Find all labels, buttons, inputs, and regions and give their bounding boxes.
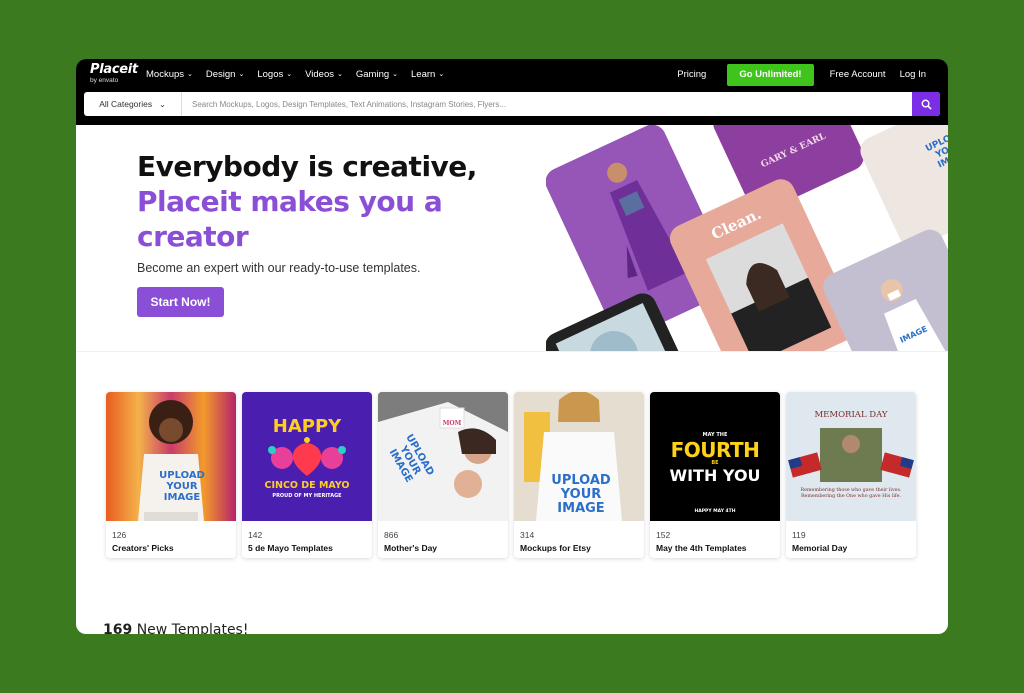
- heart-flowers-icon: [268, 437, 346, 476]
- memorial-quote: Remembering those who gave their lives. …: [800, 488, 902, 499]
- category-card-cinco-de-mayo[interactable]: HAPPY CINCO DE MAYO PROUD OF MY HERITAGE…: [242, 392, 372, 558]
- logo-byline: by envato: [90, 77, 119, 84]
- menu-label: Logos: [257, 69, 284, 80]
- card-count: 152: [656, 530, 671, 540]
- menu-label: Mockups: [146, 69, 185, 80]
- chevron-down-icon: ⌄: [392, 70, 399, 78]
- upload-image-text: UPLOAD YOUR IMAGE: [551, 473, 611, 516]
- section-divider: [76, 351, 948, 352]
- category-cards: UPLOAD YOUR IMAGE 126 Creators' Picks HA…: [106, 392, 916, 558]
- pricing-link[interactable]: Pricing: [677, 69, 706, 80]
- menu-label: Videos: [305, 69, 334, 80]
- chevron-down-icon: ⌄: [438, 70, 445, 78]
- menu-item-videos[interactable]: Videos ⌄: [305, 69, 343, 80]
- chevron-down-icon: ⌄: [187, 70, 193, 78]
- category-card-etsy[interactable]: UPLOAD YOUR IMAGE 314 Mockups for Etsy: [514, 392, 644, 558]
- search-bar: All Categories ⌄: [76, 90, 948, 125]
- card-thumbnail: MOM UPLOAD YOUR IMAGE: [378, 392, 508, 521]
- card-name: Mother's Day: [384, 543, 438, 553]
- go-unlimited-button[interactable]: Go Unlimited!: [727, 63, 814, 86]
- menu-item-gaming[interactable]: Gaming ⌄: [356, 69, 398, 80]
- new-templates-count: 169: [103, 622, 133, 634]
- card-name: Creators' Picks: [112, 543, 174, 553]
- proud-heritage-text: PROUD OF MY HERITAGE: [272, 493, 342, 499]
- fourth-text: FOURTH: [670, 438, 760, 462]
- login-link[interactable]: Log In: [900, 69, 926, 80]
- cinco-de-mayo-text: CINCO DE MAYO: [264, 480, 350, 491]
- gary-earl-text: GARY & EARL: [759, 131, 828, 171]
- chevron-down-icon: ⌄: [337, 70, 343, 78]
- placeit-logo[interactable]: Placeit by envato: [90, 62, 138, 85]
- woman-portrait-image: [705, 223, 832, 352]
- new-templates-label: New Templates!: [136, 622, 249, 634]
- menu-item-logos[interactable]: Logos ⌄: [257, 69, 292, 80]
- card-thumbnail: UPLOAD YOUR IMAGE: [106, 392, 236, 521]
- start-now-button[interactable]: Start Now!: [137, 287, 224, 317]
- hero-line-2: Placeit makes you a: [137, 185, 443, 218]
- hero-collage: GARY & EARL Clean. UPLOAD YOUR IMAGE IMA…: [546, 125, 948, 352]
- category-label: All Categories: [99, 99, 153, 109]
- soldier-flags-image: [788, 428, 914, 482]
- new-templates-heading: 169 New Templates!: [103, 622, 248, 634]
- menu-label: Design: [205, 69, 236, 80]
- category-dropdown[interactable]: All Categories ⌄: [84, 92, 182, 116]
- card-count: 119: [792, 530, 806, 540]
- card-name: 5 de Mayo Templates: [248, 543, 333, 553]
- search-box: All Categories ⌄: [84, 92, 940, 116]
- card-thumbnail: UPLOAD YOUR IMAGE: [514, 392, 644, 521]
- card-count: 314: [520, 530, 535, 540]
- nav-right: Pricing Go Unlimited! Free Account Log I…: [677, 59, 926, 90]
- chevron-down-icon: ⌄: [286, 70, 293, 78]
- mom-text: MOM: [442, 420, 462, 427]
- with-you-text: WITH YOU: [669, 466, 761, 485]
- card-count: 142: [248, 530, 263, 540]
- main-menu: Mockups ⌄ Design ⌄ Logos ⌄ Videos ⌄ Gaming ⌄ …: [146, 59, 457, 90]
- card-name: May the 4th Templates: [656, 543, 747, 553]
- hero-line-3: creator: [137, 220, 249, 253]
- card-name: Mockups for Etsy: [520, 543, 591, 553]
- logo-text: Placeit: [90, 62, 138, 77]
- category-card-memorial-day[interactable]: MEMORIAL DAY Remembering those who gave …: [786, 392, 916, 558]
- menu-label: Learn: [411, 69, 436, 80]
- hero-headline: Everybody is creative, Placeit makes you…: [137, 149, 517, 254]
- chevron-down-icon: ⌄: [159, 99, 166, 109]
- browser-window: Placeit by envato Mockups ⌄ Design ⌄ Logos…: [76, 59, 948, 634]
- free-account-link[interactable]: Free Account: [830, 69, 886, 80]
- search-button[interactable]: [912, 92, 940, 116]
- chevron-down-icon: ⌄: [238, 70, 245, 78]
- card-thumbnail: MEMORIAL DAY Remembering those who gave …: [786, 392, 916, 521]
- hero-subtitle: Become an expert with our ready-to-use t…: [137, 261, 421, 275]
- card-count: 866: [384, 530, 399, 540]
- category-card-mothers-day[interactable]: MOM UPLOAD YOUR IMAGE 866 Mother's Day: [378, 392, 508, 558]
- card-thumbnail: MAY THE FOURTH BE WITH YOU HAPPY MAY 4TH: [650, 392, 780, 521]
- search-input[interactable]: [182, 92, 912, 116]
- menu-item-learn[interactable]: Learn ⌄: [411, 69, 444, 80]
- card-name: Memorial Day: [792, 543, 848, 553]
- happy-may-4th-text: HAPPY MAY 4TH: [694, 509, 736, 514]
- hero-line-1: Everybody is creative,: [137, 150, 477, 183]
- card-count: 126: [112, 530, 127, 540]
- upload-image-text: UPLOAD YOUR IMAGE: [159, 470, 205, 503]
- menu-item-design[interactable]: Design ⌄: [206, 69, 244, 80]
- hero-section: Everybody is creative, Placeit makes you…: [76, 125, 948, 352]
- menu-label: Gaming: [355, 69, 390, 80]
- category-card-creators-picks[interactable]: UPLOAD YOUR IMAGE 126 Creators' Picks: [106, 392, 236, 558]
- category-card-may-the-4th[interactable]: MAY THE FOURTH BE WITH YOU HAPPY MAY 4TH…: [650, 392, 780, 558]
- menu-item-mockups[interactable]: Mockups ⌄: [146, 69, 193, 80]
- search-icon: [921, 99, 932, 110]
- card-thumbnail: HAPPY CINCO DE MAYO PROUD OF MY HERITAGE: [242, 392, 372, 521]
- tile-upload-text: UPLOAD YOUR IMAGE: [924, 127, 948, 171]
- top-nav: Placeit by envato Mockups ⌄ Design ⌄ Logos…: [76, 59, 948, 90]
